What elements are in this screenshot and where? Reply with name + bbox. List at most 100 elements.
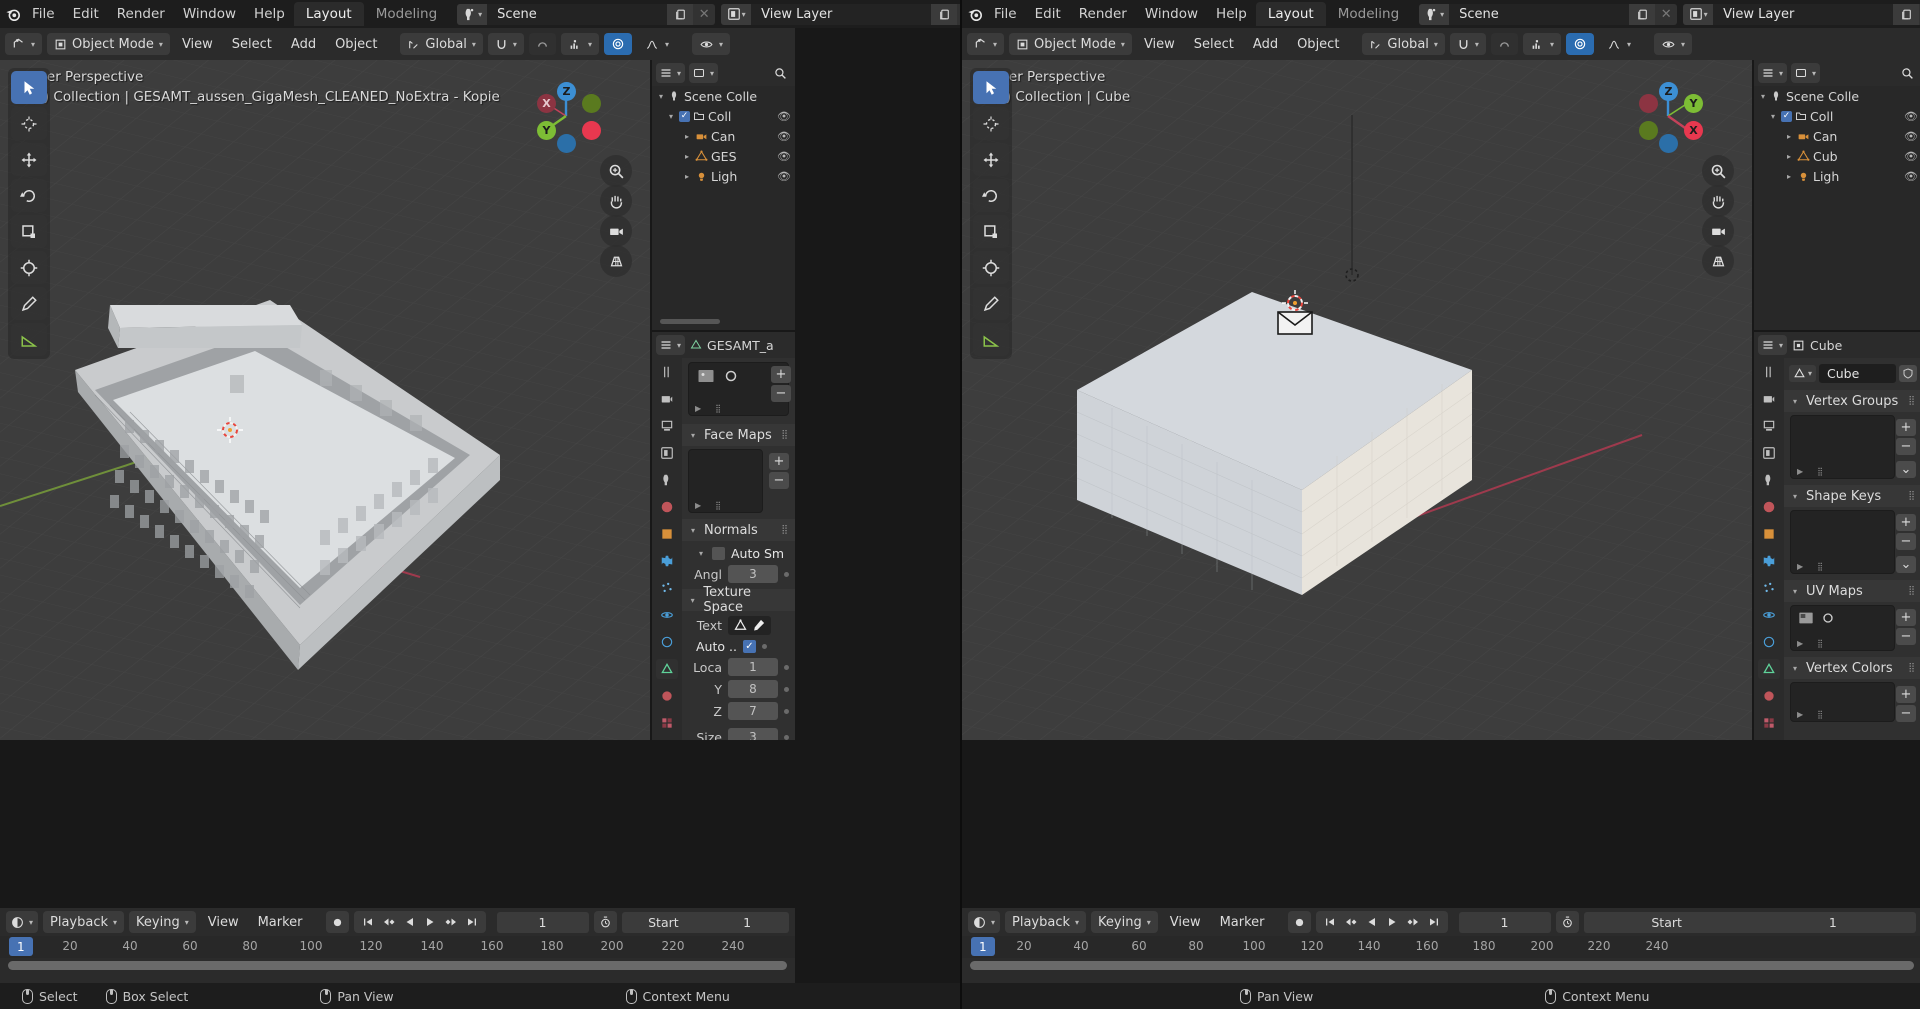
disclosure-triangle-icon[interactable]: ▾ (1758, 92, 1768, 101)
outliner-editor-type-icon[interactable]: ▾ (1758, 63, 1788, 83)
face-maps-list[interactable]: ▶ ⣿ (688, 449, 763, 513)
disclosure-triangle-icon[interactable]: ▸ (682, 172, 692, 181)
size-x-value[interactable]: 3 (728, 728, 778, 740)
gizmo-y-axis[interactable]: Y (537, 121, 556, 140)
outliner-search-icon[interactable] (1901, 67, 1918, 80)
shape-key-specials-button[interactable]: ⌄ (1896, 556, 1916, 573)
rotate-tool-icon[interactable] (11, 179, 47, 212)
transform-tool-icon[interactable] (11, 251, 47, 284)
eye-icon[interactable]: 👁 (777, 130, 795, 143)
tab-modifiers[interactable] (656, 551, 678, 571)
tab-output[interactable] (1758, 416, 1780, 436)
proportional-edit-icon[interactable]: ▾ (1522, 33, 1561, 55)
tab-render[interactable] (656, 389, 678, 409)
collection-checkbox[interactable]: ✓ (679, 110, 690, 122)
timeline-editor-type-icon[interactable]: ▾ (968, 911, 1001, 933)
visibility-icon[interactable]: ▾ (1653, 33, 1692, 55)
record-icon[interactable] (1287, 911, 1311, 933)
camera-view-icon[interactable] (1702, 215, 1734, 247)
eye-icon[interactable]: 👁 (1904, 130, 1920, 143)
location-z-value[interactable]: 7 (728, 702, 778, 720)
overlays-toggle-icon[interactable] (1565, 33, 1594, 55)
tab-material[interactable] (656, 686, 678, 706)
cursor-tool-icon[interactable] (973, 107, 1009, 140)
proportional-falloff-icon[interactable]: ▾ (637, 33, 676, 55)
tab-scene[interactable] (656, 470, 678, 490)
tab-tool[interactable] (656, 362, 678, 382)
annotate-tool-icon[interactable] (973, 287, 1009, 320)
object-mode-selector[interactable]: Object Mode ▾ (47, 33, 170, 55)
shape-keys-list[interactable]: ▶ ⣿ (1790, 510, 1895, 574)
gizmo-y-axis[interactable]: Y (1684, 94, 1703, 113)
texture-row[interactable]: Text (682, 614, 795, 637)
panel-uv-maps[interactable]: ▾ UV Maps ⣿ (1784, 580, 1920, 602)
tab-material[interactable] (1758, 686, 1780, 706)
animate-dot-icon[interactable] (784, 664, 789, 670)
tab-object-data[interactable] (656, 659, 678, 679)
viewport-menu-add[interactable]: Add (1246, 33, 1285, 55)
location-x-value[interactable]: 1 (728, 658, 778, 676)
timeline-scrollbar[interactable] (970, 961, 1914, 970)
viewport-menu-object[interactable]: Object (1290, 33, 1346, 55)
scene-selector[interactable]: ▾ Scene ✕ (457, 3, 716, 25)
timeline-marker-menu[interactable]: Marker (1213, 911, 1272, 933)
snap-icon[interactable]: ▾ (1449, 33, 1486, 55)
transform-tool-icon[interactable] (973, 251, 1009, 284)
gizmo-z-axis[interactable]: Z (1659, 82, 1678, 101)
tab-object[interactable] (656, 524, 678, 544)
disclosure-triangle-icon[interactable]: ▸ (1784, 132, 1794, 141)
playhead[interactable]: 1 (9, 937, 33, 956)
new-viewlayer-icon[interactable] (931, 3, 958, 25)
outliner-row-mesh[interactable]: ▸ Cub 👁 (1754, 146, 1920, 166)
grip-icon[interactable]: ⣿ (1817, 562, 1823, 571)
blender-logo-icon[interactable] (4, 3, 23, 25)
auto-smooth-angle-row[interactable]: Angl 3 (682, 563, 795, 585)
viewlayer-name[interactable]: View Layer (751, 3, 932, 25)
editor-type-icon[interactable]: ▾ (967, 33, 1005, 55)
transform-orientation-selector[interactable]: Global ▾ (1362, 33, 1445, 55)
playhead[interactable]: 1 (971, 937, 995, 956)
timeline-marker-menu[interactable]: Marker (251, 911, 310, 933)
gizmo-neg-z-axis[interactable] (1659, 134, 1678, 153)
eye-icon[interactable]: 👁 (777, 110, 795, 123)
tab-view-layer[interactable] (1758, 443, 1780, 463)
add-vertex-group-button[interactable]: + (1896, 419, 1916, 436)
transform-orientation-selector[interactable]: Global ▾ (400, 33, 483, 55)
angle-value[interactable]: 3 (728, 565, 778, 583)
toggle-ortho-icon[interactable] (600, 245, 632, 277)
disclosure-triangle-icon[interactable]: ▾ (1768, 112, 1778, 121)
pan-view-icon[interactable] (600, 185, 632, 217)
auto-smooth-row[interactable]: ▾ Auto Sm (682, 544, 795, 563)
location-z-row[interactable]: Z 7 (682, 700, 795, 722)
grip-icon[interactable]: ⣿ (1908, 396, 1916, 406)
proportional-edit-icon[interactable]: ▾ (560, 33, 599, 55)
start-frame-value[interactable]: 1 (1749, 911, 1916, 933)
tab-physics[interactable] (656, 605, 678, 625)
scene-selector[interactable]: ▾ Scene ✕ (1419, 3, 1678, 25)
mesh-data-icon[interactable]: ▾ (1789, 365, 1817, 382)
proportional-falloff-icon[interactable]: ▾ (1599, 33, 1638, 55)
collection-checkbox[interactable]: ✓ (1781, 110, 1792, 122)
tweak-select-tool-icon[interactable] (11, 71, 47, 104)
eye-icon[interactable]: 👁 (777, 150, 795, 163)
blender-logo-icon[interactable] (966, 3, 985, 25)
pan-view-icon[interactable] (1702, 185, 1734, 217)
fake-user-icon[interactable] (1899, 365, 1917, 382)
scale-tool-icon[interactable] (973, 215, 1009, 248)
panel-shape-keys[interactable]: ▾ Shape Keys ⣿ (1784, 485, 1920, 507)
outliner-row-collection[interactable]: ▾ ✓ Coll 👁 (1754, 106, 1920, 126)
remove-shape-key-button[interactable]: − (1896, 533, 1916, 550)
tab-scene[interactable] (1758, 470, 1780, 490)
mesh-name-field[interactable]: Cube (1819, 364, 1896, 383)
toggle-ortho-icon[interactable] (1702, 245, 1734, 277)
eye-icon[interactable]: 👁 (1904, 170, 1920, 183)
gizmo-x-axis[interactable]: X (537, 94, 556, 113)
scene-name[interactable]: Scene (1449, 3, 1630, 25)
tweak-select-tool-icon[interactable] (973, 71, 1009, 104)
overlays-toggle-icon[interactable] (603, 33, 632, 55)
eye-icon[interactable]: 👁 (777, 170, 795, 183)
transport-controls[interactable] (353, 911, 486, 933)
tab-tool[interactable] (1758, 362, 1780, 382)
location-x-row[interactable]: Loca 1 (682, 656, 795, 678)
timeline-ruler-right[interactable]: 1 20 40 60 80 100 120 140 160 180 200 22… (962, 936, 1920, 958)
